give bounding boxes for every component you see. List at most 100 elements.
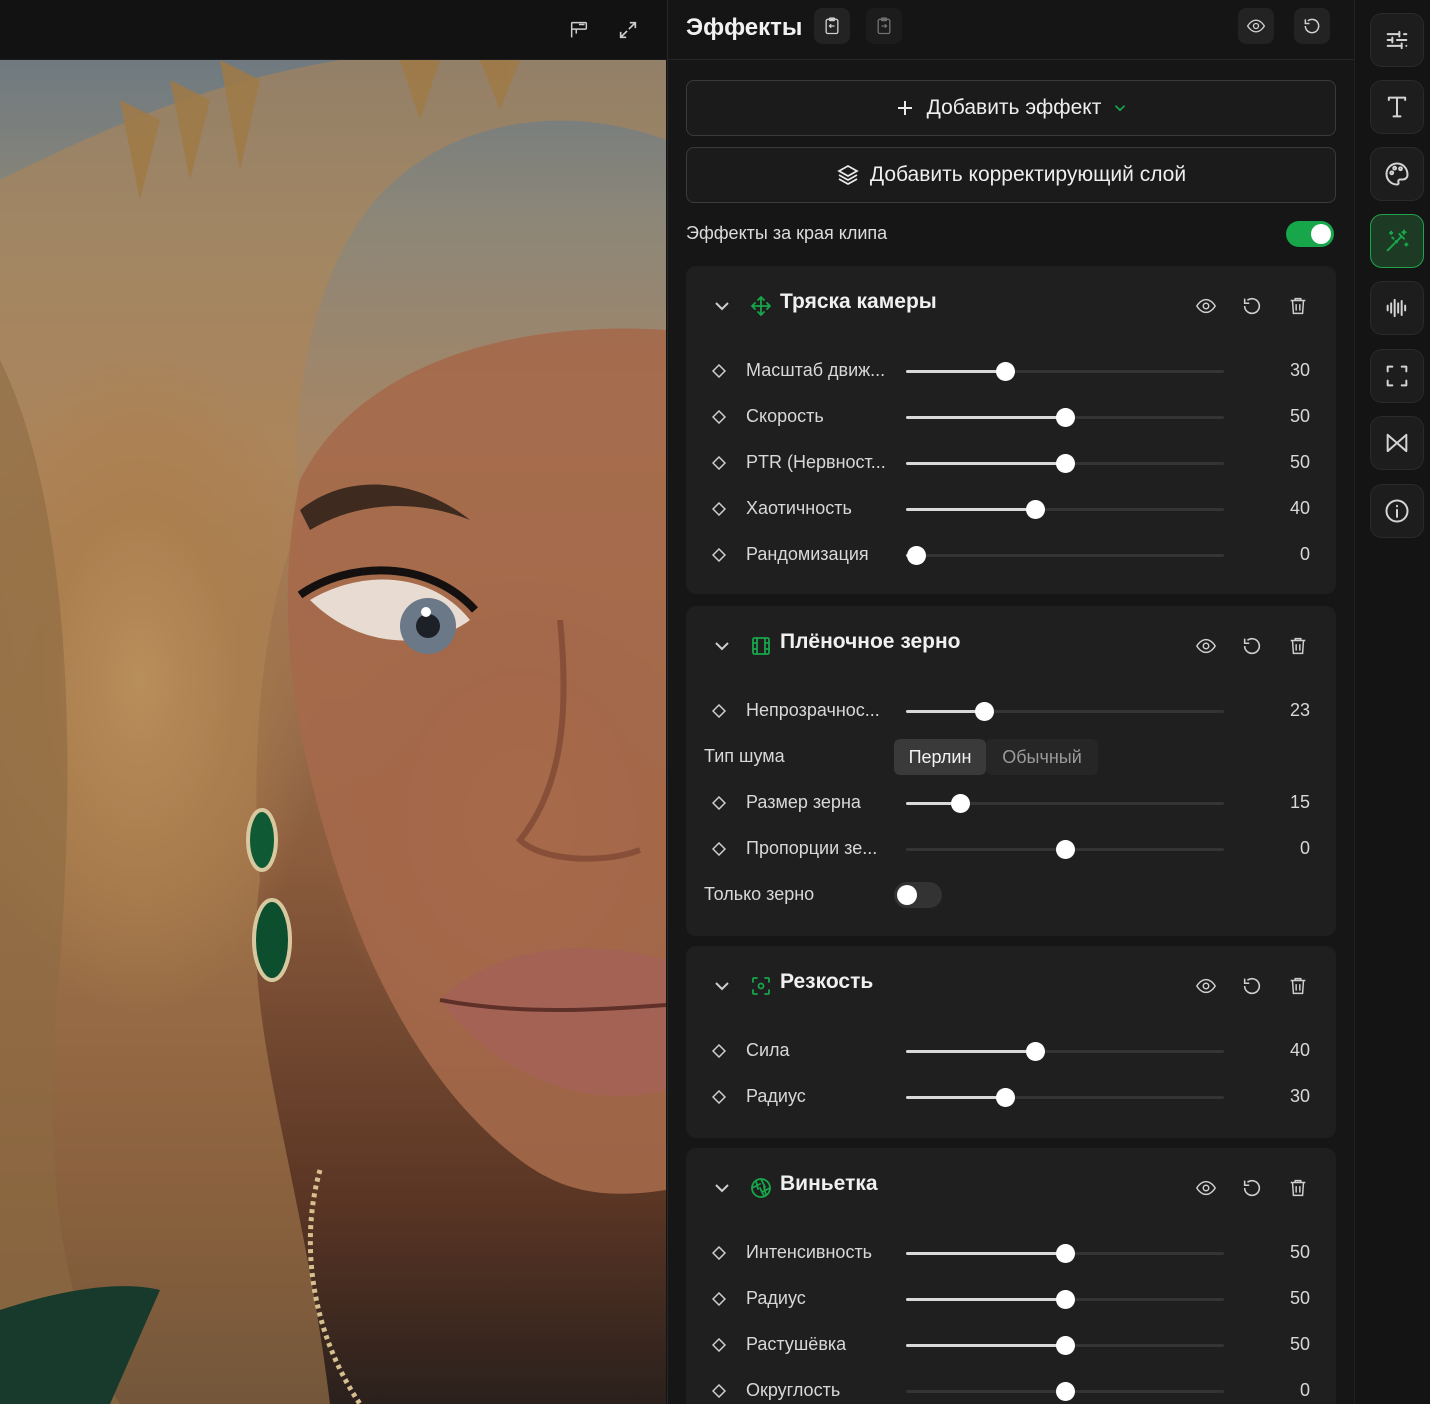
param-value[interactable]: 0: [1250, 838, 1310, 859]
info-tool-button[interactable]: [1370, 484, 1424, 538]
keyframe-toggle[interactable]: [711, 841, 727, 857]
param-slider[interactable]: [906, 408, 1224, 427]
beyond-clip-toggle[interactable]: [1286, 221, 1334, 247]
param-slider[interactable]: [906, 500, 1224, 519]
effect-visibility-button[interactable]: [1193, 293, 1219, 319]
param-slider[interactable]: [906, 1088, 1224, 1107]
slider-thumb[interactable]: [995, 1088, 1015, 1107]
param-slider[interactable]: [906, 1336, 1224, 1355]
effect-delete-button[interactable]: [1285, 293, 1311, 319]
slider-thumb[interactable]: [1056, 1244, 1075, 1263]
slider-thumb[interactable]: [1056, 1290, 1075, 1309]
param-slider[interactable]: [906, 1382, 1224, 1401]
effect-reset-button[interactable]: [1239, 973, 1265, 999]
param-slider[interactable]: [906, 454, 1224, 473]
noise-option-0[interactable]: Перлин: [894, 739, 986, 775]
param-slider[interactable]: [906, 362, 1224, 381]
slider-thumb[interactable]: [995, 362, 1015, 381]
keyframe-toggle[interactable]: [711, 1337, 727, 1353]
paste-effects-button[interactable]: [814, 8, 850, 44]
slider-fill: [906, 1050, 1035, 1053]
audio-wave-tool-button[interactable]: [1370, 281, 1424, 335]
video-preview-image[interactable]: [0, 60, 666, 1404]
effect-reset-button[interactable]: [1239, 1175, 1265, 1201]
param-slider[interactable]: [906, 840, 1224, 859]
keyframe-toggle[interactable]: [711, 455, 727, 471]
param-value[interactable]: 50: [1250, 1334, 1310, 1355]
effect-delete-button[interactable]: [1285, 1175, 1311, 1201]
param-value[interactable]: 40: [1250, 498, 1310, 519]
keyframe-toggle[interactable]: [711, 409, 727, 425]
slider-thumb[interactable]: [1056, 1382, 1075, 1401]
transition-tool-button[interactable]: [1370, 416, 1424, 470]
param-slider[interactable]: [906, 1244, 1224, 1263]
keyframe-toggle[interactable]: [711, 547, 727, 563]
effect-reset-button[interactable]: [1239, 633, 1265, 659]
adjust-sliders-tool-button[interactable]: [1370, 13, 1424, 67]
grain-only-toggle[interactable]: [894, 882, 942, 908]
effect-delete-button[interactable]: [1285, 633, 1311, 659]
copy-effects-button[interactable]: [866, 8, 902, 44]
keyframe-toggle[interactable]: [711, 1383, 727, 1399]
slider-thumb[interactable]: [951, 794, 971, 813]
slider-thumb[interactable]: [1056, 408, 1075, 427]
param-value[interactable]: 50: [1250, 1288, 1310, 1309]
effect-visibility-button[interactable]: [1193, 633, 1219, 659]
slider-thumb[interactable]: [1025, 1042, 1045, 1061]
slider-thumb[interactable]: [1025, 500, 1045, 519]
keyframe-toggle[interactable]: [711, 1245, 727, 1261]
collapse-button[interactable]: [710, 294, 734, 318]
slider-thumb[interactable]: [906, 546, 926, 565]
keyframe-toggle[interactable]: [711, 703, 727, 719]
keyframe-toggle[interactable]: [711, 1043, 727, 1059]
param-value[interactable]: 40: [1250, 1040, 1310, 1061]
keyframe-toggle[interactable]: [711, 501, 727, 517]
aperture-icon: [751, 1178, 771, 1198]
slider-thumb[interactable]: [1056, 454, 1075, 473]
param-slider[interactable]: [906, 794, 1224, 813]
collapse-button[interactable]: [710, 1176, 734, 1200]
effect-reset-button[interactable]: [1239, 293, 1265, 319]
param-value[interactable]: 30: [1250, 1086, 1310, 1107]
param-value[interactable]: 23: [1250, 700, 1310, 721]
collapse-button[interactable]: [710, 634, 734, 658]
keyframe-toggle[interactable]: [711, 1291, 727, 1307]
effect-delete-button[interactable]: [1285, 973, 1311, 999]
reset-icon: [1243, 297, 1261, 315]
param-value[interactable]: 50: [1250, 1242, 1310, 1263]
param-slider[interactable]: [906, 546, 1224, 565]
slider-thumb[interactable]: [974, 702, 994, 721]
add-effect-button[interactable]: Добавить эффект: [686, 80, 1336, 136]
compare-split-button[interactable]: [561, 12, 597, 48]
param-value[interactable]: 50: [1250, 406, 1310, 427]
magic-wand-tool-button[interactable]: [1370, 214, 1424, 268]
param-slider[interactable]: [906, 702, 1224, 721]
effect-card-header: Плёночное зерно: [686, 606, 1336, 686]
param-slider[interactable]: [906, 1042, 1224, 1061]
text-tool-button[interactable]: [1370, 80, 1424, 134]
param-value[interactable]: 15: [1250, 792, 1310, 813]
noise-option-1[interactable]: Обычный: [986, 739, 1098, 775]
slider-thumb[interactable]: [1056, 1336, 1075, 1355]
fullscreen-button[interactable]: [610, 12, 646, 48]
beyond-clip-label: Эффекты за края клипа: [686, 223, 888, 243]
crop-frame-tool-button[interactable]: [1370, 349, 1424, 403]
slider-thumb[interactable]: [1056, 840, 1075, 859]
add-adjustment-layer-button[interactable]: Добавить корректирующий слой: [686, 147, 1336, 203]
param-value[interactable]: 0: [1250, 1380, 1310, 1401]
effect-visibility-button[interactable]: [1193, 1175, 1219, 1201]
keyframe-toggle[interactable]: [711, 363, 727, 379]
keyframe-toggle[interactable]: [711, 795, 727, 811]
effect-visibility-button[interactable]: [1193, 973, 1219, 999]
param-value[interactable]: 30: [1250, 360, 1310, 381]
keyframe-diamond-icon: [711, 1337, 727, 1353]
param-slider[interactable]: [906, 1290, 1224, 1309]
slider-fill: [906, 710, 984, 713]
keyframe-toggle[interactable]: [711, 1089, 727, 1105]
palette-tool-button[interactable]: [1370, 147, 1424, 201]
param-value[interactable]: 50: [1250, 452, 1310, 473]
param-value[interactable]: 0: [1250, 544, 1310, 565]
reset-all-button[interactable]: [1294, 8, 1330, 44]
collapse-button[interactable]: [710, 974, 734, 998]
toggle-visibility-button[interactable]: [1238, 8, 1274, 44]
